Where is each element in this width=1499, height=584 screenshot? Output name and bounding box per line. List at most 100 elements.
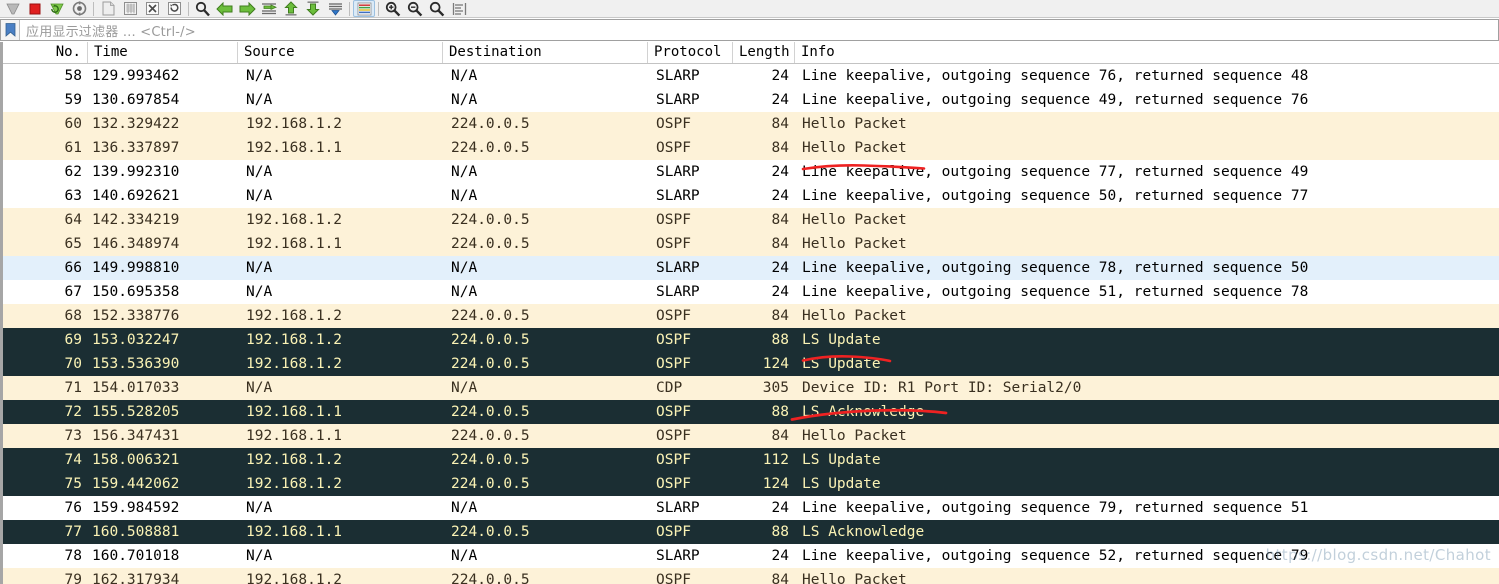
save-file-icon[interactable] bbox=[119, 0, 141, 17]
column-header-destination[interactable]: Destination bbox=[443, 42, 648, 63]
table-row[interactable]: 65 146.348974 192.168.1.1 224.0.0.5 OSPF 84 He… bbox=[3, 232, 1499, 256]
table-row[interactable]: 69 153.032247 192.168.1.2 224.0.0.5 OSPF 88 LS… bbox=[3, 328, 1499, 352]
column-header-protocol[interactable]: Protocol bbox=[648, 42, 733, 63]
go-to-packet-icon[interactable] bbox=[258, 0, 280, 17]
packet-no: 61 bbox=[64, 140, 82, 156]
packet-source: 192.168.1.1 bbox=[246, 404, 343, 420]
table-row[interactable]: 74 158.006321 192.168.1.2 224.0.0.5 OSPF 112 L… bbox=[3, 448, 1499, 472]
capture-options-icon[interactable] bbox=[68, 0, 90, 17]
column-header-length[interactable]: Length bbox=[733, 42, 795, 63]
table-row[interactable]: 60 132.329422 192.168.1.2 224.0.0.5 OSPF 84 He… bbox=[3, 112, 1499, 136]
table-row[interactable]: 63 140.692621 N/A N/A SLARP 24 Line keepalive,… bbox=[3, 184, 1499, 208]
filter-bookmark-icon[interactable] bbox=[1, 20, 20, 40]
display-filter-bar[interactable]: 应用显示过滤器 … <Ctrl-/> bbox=[0, 19, 1499, 41]
packet-time: 153.536390 bbox=[92, 356, 180, 372]
packet-time: 154.017033 bbox=[92, 380, 180, 396]
restart-capture-icon[interactable] bbox=[46, 0, 68, 17]
zoom-reset-icon[interactable] bbox=[426, 0, 448, 17]
packet-protocol: OSPF bbox=[656, 524, 691, 540]
packet-no: 68 bbox=[64, 308, 82, 324]
resize-columns-icon[interactable] bbox=[448, 0, 470, 17]
packet-destination: 224.0.0.5 bbox=[451, 236, 530, 252]
table-row[interactable]: 72 155.528205 192.168.1.1 224.0.0.5 OSPF 88 LS… bbox=[3, 400, 1499, 424]
packet-destination: N/A bbox=[451, 92, 478, 108]
packet-info: LS Update bbox=[802, 476, 881, 492]
packet-protocol: OSPF bbox=[656, 308, 691, 324]
packet-length: 88 bbox=[771, 524, 789, 540]
packet-protocol: OSPF bbox=[656, 140, 691, 156]
table-row[interactable]: 66 149.998810 N/A N/A SLARP 24 Line keepalive,… bbox=[3, 256, 1499, 280]
packet-source: 192.168.1.2 bbox=[246, 212, 343, 228]
packet-protocol: SLARP bbox=[656, 500, 700, 516]
packet-destination: N/A bbox=[451, 164, 478, 180]
packet-info: Hello Packet bbox=[802, 428, 907, 444]
packet-source: N/A bbox=[246, 380, 273, 396]
toolbar-separator bbox=[93, 1, 94, 16]
table-row[interactable]: 68 152.338776 192.168.1.2 224.0.0.5 OSPF 84 He… bbox=[3, 304, 1499, 328]
packet-source: 192.168.1.1 bbox=[246, 140, 343, 156]
toolbar-separator bbox=[378, 1, 379, 16]
packet-time: 152.338776 bbox=[92, 308, 180, 324]
packet-no: 69 bbox=[64, 332, 82, 348]
table-row[interactable]: 76 159.984592 N/A N/A SLARP 24 Line keepalive,… bbox=[3, 496, 1499, 520]
column-header-info[interactable]: Info bbox=[795, 42, 1499, 63]
packet-protocol: OSPF bbox=[656, 476, 691, 492]
packet-no: 63 bbox=[64, 188, 82, 204]
packet-no: 71 bbox=[64, 380, 82, 396]
zoom-in-icon[interactable] bbox=[382, 0, 404, 17]
column-header-no[interactable]: No. bbox=[3, 42, 88, 63]
packet-time: 158.006321 bbox=[92, 452, 180, 468]
close-file-icon[interactable] bbox=[141, 0, 163, 17]
table-row[interactable]: 58 129.993462 N/A N/A SLARP 24 Line keepalive,… bbox=[3, 64, 1499, 88]
table-row[interactable]: 73 156.347431 192.168.1.1 224.0.0.5 OSPF 84 He… bbox=[3, 424, 1499, 448]
column-header-time[interactable]: Time bbox=[88, 42, 238, 63]
packet-protocol: SLARP bbox=[656, 92, 700, 108]
packet-no: 60 bbox=[64, 116, 82, 132]
table-row[interactable]: 71 154.017033 N/A N/A CDP 305 Device ID: R1 Po… bbox=[3, 376, 1499, 400]
packet-no: 77 bbox=[64, 524, 82, 540]
table-row[interactable]: 70 153.536390 192.168.1.2 224.0.0.5 OSPF 124 L… bbox=[3, 352, 1499, 376]
packet-length: 84 bbox=[771, 236, 789, 252]
packet-destination: N/A bbox=[451, 68, 478, 84]
packet-time: 129.993462 bbox=[92, 68, 180, 84]
go-back-icon[interactable] bbox=[214, 0, 236, 17]
column-header-source[interactable]: Source bbox=[238, 42, 443, 63]
table-row[interactable]: 78 160.701018 N/A N/A SLARP 24 Line keepalive,… bbox=[3, 544, 1499, 568]
display-filter-input[interactable]: 应用显示过滤器 … <Ctrl-/> bbox=[20, 21, 196, 40]
table-row[interactable]: 59 130.697854 N/A N/A SLARP 24 Line keepalive,… bbox=[3, 88, 1499, 112]
find-packet-icon[interactable] bbox=[192, 0, 214, 17]
go-last-packet-icon[interactable] bbox=[302, 0, 324, 17]
table-row[interactable]: 61 136.337897 192.168.1.1 224.0.0.5 OSPF 84 He… bbox=[3, 136, 1499, 160]
packet-info: Line keepalive, outgoing sequence 49, re… bbox=[802, 92, 1309, 108]
toolbar-separator bbox=[349, 1, 350, 16]
table-row[interactable]: 79 162.317934 192.168.1.2 224.0.0.5 OSPF 84 He… bbox=[3, 568, 1499, 584]
table-row[interactable]: 77 160.508881 192.168.1.1 224.0.0.5 OSPF 88 LS… bbox=[3, 520, 1499, 544]
go-forward-icon[interactable] bbox=[236, 0, 258, 17]
packet-info: Line keepalive, outgoing sequence 52, re… bbox=[802, 548, 1309, 564]
stop-capture-icon[interactable] bbox=[24, 0, 46, 17]
packet-list[interactable]: No. Time Source Destination Protocol Len… bbox=[0, 42, 1499, 584]
packet-protocol: OSPF bbox=[656, 356, 691, 372]
reload-file-icon[interactable] bbox=[163, 0, 185, 17]
auto-scroll-icon[interactable] bbox=[324, 0, 346, 17]
open-file-icon[interactable] bbox=[97, 0, 119, 17]
table-row[interactable]: 62 139.992310 N/A N/A SLARP 24 Line keepalive,… bbox=[3, 160, 1499, 184]
go-first-packet-icon[interactable] bbox=[280, 0, 302, 17]
start-capture-icon[interactable] bbox=[2, 0, 24, 17]
packet-destination: N/A bbox=[451, 500, 478, 516]
packet-no: 74 bbox=[64, 452, 82, 468]
packet-info: Hello Packet bbox=[802, 212, 907, 228]
table-row[interactable]: 64 142.334219 192.168.1.2 224.0.0.5 OSPF 84 He… bbox=[3, 208, 1499, 232]
colorize-packets-icon[interactable] bbox=[353, 0, 375, 17]
packet-time: 160.508881 bbox=[92, 524, 180, 540]
packet-info: Line keepalive, outgoing sequence 77, re… bbox=[802, 164, 1309, 180]
packet-destination: 224.0.0.5 bbox=[451, 140, 530, 156]
table-row[interactable]: 75 159.442062 192.168.1.2 224.0.0.5 OSPF 124 L… bbox=[3, 472, 1499, 496]
zoom-out-icon[interactable] bbox=[404, 0, 426, 17]
table-row[interactable]: 67 150.695358 N/A N/A SLARP 24 Line keepalive,… bbox=[3, 280, 1499, 304]
packet-destination: 224.0.0.5 bbox=[451, 452, 530, 468]
packet-length: 24 bbox=[771, 548, 789, 564]
packet-info: Line keepalive, outgoing sequence 50, re… bbox=[802, 188, 1309, 204]
packet-destination: 224.0.0.5 bbox=[451, 404, 530, 420]
packet-no: 67 bbox=[64, 284, 82, 300]
